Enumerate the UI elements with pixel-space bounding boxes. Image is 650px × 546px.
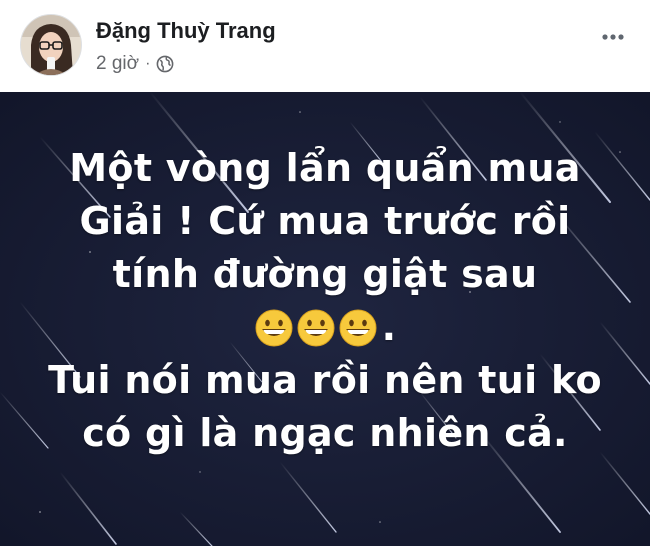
post-text-line: có gì là ngạc nhiên cả. [82, 411, 568, 455]
grinning-face-emoji [254, 308, 294, 348]
grinning-face-emoji [296, 308, 336, 348]
author-avatar[interactable] [20, 14, 82, 76]
post-meta: 2 giờ · [96, 53, 174, 75]
post-header: Đặng Thuỳ Trang 2 giờ · [0, 0, 650, 92]
post-timestamp[interactable]: 2 giờ [96, 53, 139, 75]
post-text-line: Giải ! Cứ mua trước rồi [79, 199, 571, 243]
author-name[interactable]: Đặng Thuỳ Trang [96, 18, 276, 44]
grinning-face-emoji [338, 308, 378, 348]
more-options-icon[interactable] [598, 22, 628, 52]
meta-separator: · [145, 55, 151, 72]
post-text-line: tính đường giật sau [112, 252, 538, 296]
text-background-card: Một vòng lẩn quẩn mua Giải ! Cứ mua trướ… [0, 92, 650, 546]
emoji-line-period: . [381, 305, 397, 349]
post-text: Một vòng lẩn quẩn mua Giải ! Cứ mua trướ… [0, 142, 650, 460]
globe-icon[interactable] [156, 55, 174, 73]
emoji-line: . [0, 301, 650, 354]
post-text-line: Tui nói mua rồi nên tui ko [48, 358, 602, 402]
avatar-image [21, 15, 81, 75]
facebook-post: Đặng Thuỳ Trang 2 giờ · Một vòng lẩn quẩ… [0, 0, 650, 546]
post-text-line: Một vòng lẩn quẩn mua [69, 146, 581, 190]
